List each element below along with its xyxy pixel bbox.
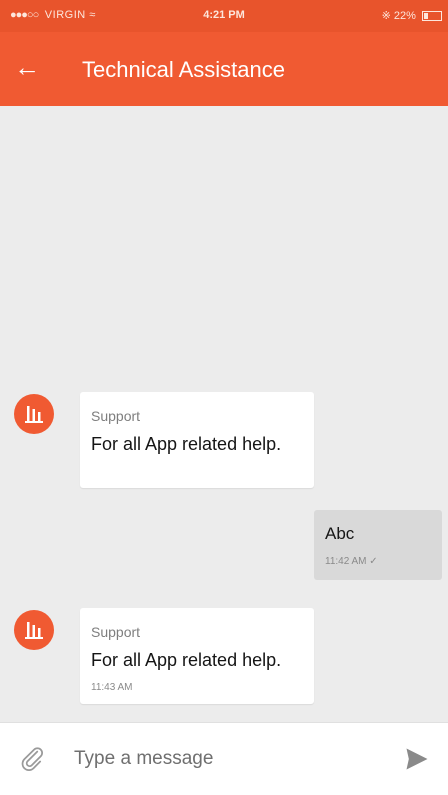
page-title: Technical Assistance: [82, 57, 285, 82]
message-text: For all App related help.: [91, 650, 282, 670]
support-logo-icon: [25, 622, 43, 639]
message-list[interactable]: Support For all App related help. Abc 11…: [0, 106, 448, 718]
bluetooth-icon: ※: [381, 10, 391, 22]
message-input[interactable]: [72, 743, 376, 775]
message-sender: Support: [91, 624, 141, 640]
support-avatar-icon[interactable]: [14, 610, 54, 650]
support-logo-icon: [25, 406, 43, 423]
app-bar: ← Technical Assistance: [0, 32, 448, 106]
message-timestamp: 11:42 AM ✓: [325, 556, 378, 567]
battery-percent: 22%: [393, 10, 416, 22]
message-bubble-incoming[interactable]: Support For all App related help. 11:43 …: [80, 608, 314, 704]
message-sender: Support: [91, 408, 141, 424]
message-bubble-outgoing[interactable]: Abc 11:42 AM ✓: [314, 510, 442, 580]
support-avatar-icon[interactable]: [14, 394, 54, 434]
send-icon[interactable]: [402, 745, 432, 773]
battery-icon: [422, 11, 442, 22]
back-arrow-icon[interactable]: ←: [14, 52, 40, 82]
check-icon: ✓: [369, 556, 378, 567]
message-timestamp: 11:43 AM: [91, 682, 133, 693]
message-composer: [0, 722, 448, 795]
battery-status: ※ 22%: [382, 9, 442, 22]
message-text: For all App related help.: [91, 434, 282, 454]
message-text: Abc: [325, 524, 355, 543]
paperclip-icon[interactable]: [18, 743, 46, 773]
message-bubble-incoming[interactable]: Support For all App related help.: [80, 392, 314, 488]
status-bar: ●●●○○ VIRGIN ≈ 4:21 PM ※ 22%: [0, 0, 448, 32]
